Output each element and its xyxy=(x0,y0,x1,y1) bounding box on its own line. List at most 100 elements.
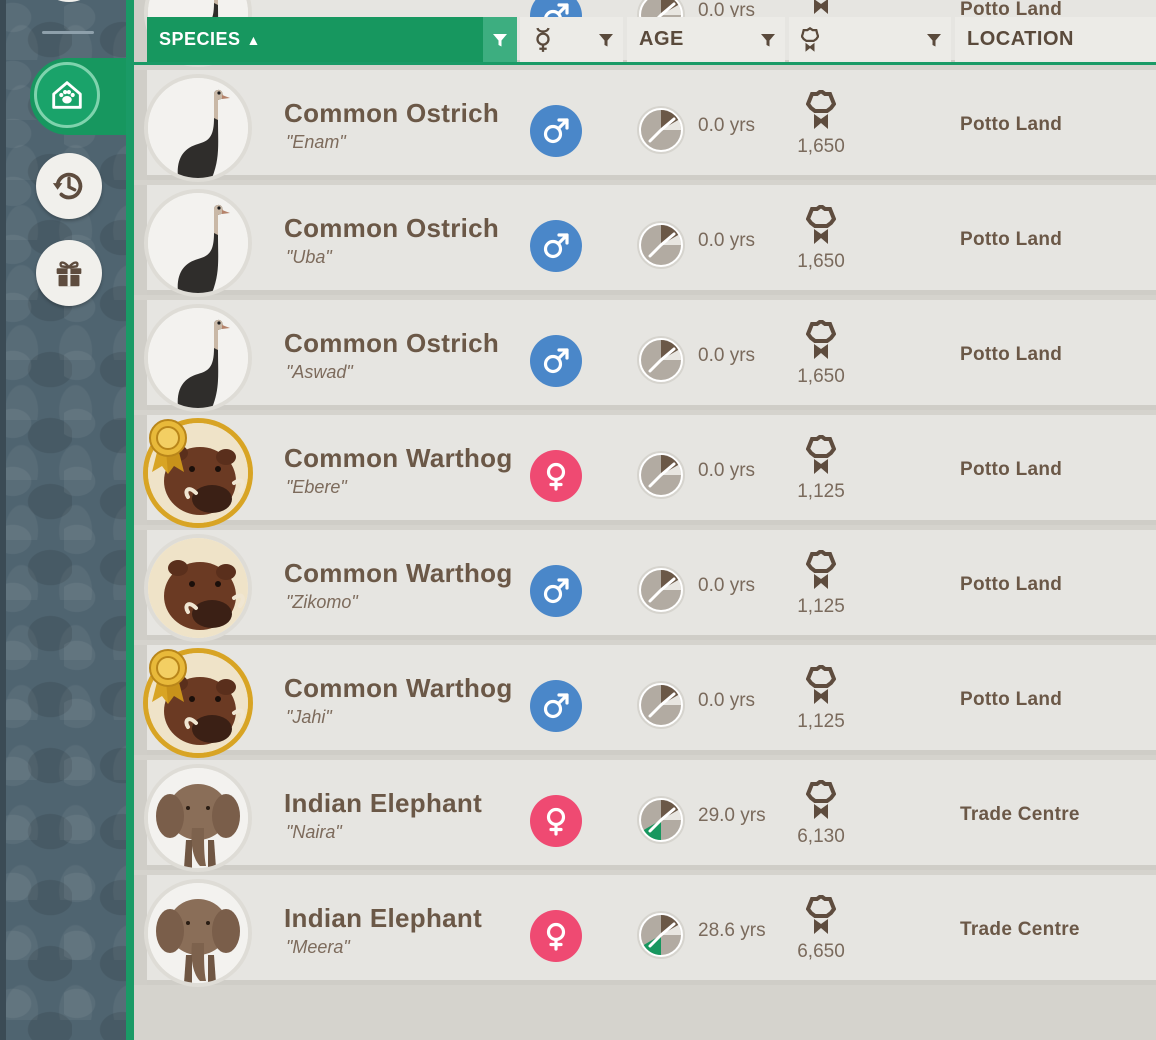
animal-portrait[interactable] xyxy=(148,768,248,868)
age-clock-icon xyxy=(637,911,685,959)
species-name: Common Warthog xyxy=(284,673,513,703)
location-name: Trade Centre xyxy=(960,804,1080,825)
male-icon xyxy=(543,578,569,604)
male-icon xyxy=(543,233,569,259)
age-value: 29.0 yrs xyxy=(698,805,766,826)
gender-icon xyxy=(536,27,550,52)
column-header-location[interactable]: LOCATION xyxy=(955,17,1156,62)
age-value: 0.0 yrs xyxy=(698,345,756,366)
award-rosette-icon xyxy=(149,649,187,704)
sex-badge xyxy=(530,335,582,387)
column-header-appeal[interactable] xyxy=(789,17,951,62)
animal-row[interactable]: Indian Elephant "Meera" 28.6 yrs 6,650 Trade… xyxy=(134,875,1156,985)
age-filter-button[interactable] xyxy=(751,20,785,60)
location-name: Potto Land xyxy=(960,114,1063,135)
warthog-portrait-icon xyxy=(148,538,248,638)
species-name: Common Warthog xyxy=(284,443,513,473)
animal-row[interactable]: Common Warthog "Zikomo" 0.0 yrs 1,125 Potto … xyxy=(134,530,1156,640)
female-icon xyxy=(546,462,566,491)
appeal-value: 1,650 xyxy=(797,366,845,387)
appeal-value: 6,650 xyxy=(797,941,845,962)
age-value: 28.6 yrs xyxy=(698,920,766,941)
female-icon xyxy=(546,922,566,951)
sidebar-item-history[interactable] xyxy=(36,153,102,219)
location-name: Potto Land xyxy=(960,574,1063,595)
animal-portrait[interactable] xyxy=(148,308,248,408)
column-label-location: LOCATION xyxy=(967,28,1074,50)
award-rosette-icon xyxy=(149,419,187,474)
appeal-icon xyxy=(806,780,836,819)
age-clock-icon xyxy=(637,796,685,844)
age-value: 0.0 yrs xyxy=(698,115,756,136)
location-name: Potto Land xyxy=(960,229,1063,250)
appeal-value: 1,125 xyxy=(797,481,845,502)
animal-portrait[interactable] xyxy=(148,883,248,983)
appeal-value: 6,130 xyxy=(797,826,845,847)
species-name: Common Ostrich xyxy=(284,213,500,243)
age-value: 0.0 yrs xyxy=(698,690,756,711)
sidebar-item-gifts[interactable] xyxy=(36,240,102,306)
animal-nickname: "Uba" xyxy=(286,247,332,267)
appeal-icon xyxy=(806,435,836,474)
ostrich-portrait-icon xyxy=(148,308,248,408)
elephant-portrait-icon xyxy=(148,768,248,868)
sidebar-top-button[interactable] xyxy=(36,0,102,2)
animal-portrait[interactable] xyxy=(148,78,248,178)
column-header-age[interactable]: AGE xyxy=(627,17,785,62)
male-icon xyxy=(543,118,569,144)
appeal-icon xyxy=(814,0,828,14)
age-value: 0.0 yrs xyxy=(698,460,756,481)
animal-row[interactable]: Common Warthog "Jahi" 0.0 yrs 1,125 Potto La… xyxy=(134,645,1156,755)
sidebar-item-animals[interactable] xyxy=(34,62,100,128)
row-edge xyxy=(134,875,147,985)
appeal-value: 1,125 xyxy=(797,711,845,732)
table-header: SPECIES ▲ AGE LOCATION xyxy=(134,17,1156,65)
age-clock-icon xyxy=(637,221,685,269)
animal-row[interactable]: Common Ostrich "Uba" 0.0 yrs 1,650 Potto Lan… xyxy=(134,185,1156,295)
animal-row[interactable]: Common Warthog "Ebere" 0.0 yrs 1,125 Potto L… xyxy=(134,415,1156,525)
column-header-sex[interactable] xyxy=(520,17,623,62)
species-name: Indian Elephant xyxy=(284,788,483,818)
age-value: 0.0 yrs xyxy=(698,230,756,251)
age-clock-icon xyxy=(637,681,685,729)
animal-row[interactable]: Indian Elephant "Naira" 29.0 yrs 6,130 Trade… xyxy=(134,760,1156,870)
column-header-species[interactable]: SPECIES ▲ xyxy=(147,17,517,62)
appeal-icon xyxy=(806,205,836,244)
species-name: Indian Elephant xyxy=(284,903,483,933)
appeal-icon xyxy=(806,90,836,129)
male-icon xyxy=(543,693,569,719)
animal-nickname: "Naira" xyxy=(286,822,342,842)
filter-icon xyxy=(493,33,507,46)
appeal-value: 1,650 xyxy=(797,251,845,272)
sex-badge xyxy=(530,910,582,962)
filter-icon xyxy=(761,34,775,47)
appeal-filter-button[interactable] xyxy=(917,20,951,60)
age-clock-icon xyxy=(637,106,685,154)
zoo-animals-icon xyxy=(52,81,82,109)
male-icon xyxy=(543,348,569,374)
filter-icon xyxy=(599,34,613,47)
ostrich-portrait-icon xyxy=(148,193,248,293)
animal-nickname: "Ebere" xyxy=(286,477,347,497)
row-edge xyxy=(134,70,147,180)
sex-filter-button[interactable] xyxy=(589,20,623,60)
animal-nickname: "Aswad" xyxy=(286,362,353,382)
species-filter-button[interactable] xyxy=(483,17,517,62)
row-edge xyxy=(134,760,147,870)
sidebar xyxy=(0,0,132,1040)
animal-portrait[interactable] xyxy=(148,538,248,638)
age-value: 0.0 yrs xyxy=(698,575,756,596)
elephant-portrait-icon xyxy=(148,883,248,983)
appeal-value: 1,650 xyxy=(797,136,845,157)
animal-portrait[interactable] xyxy=(148,193,248,293)
animal-row[interactable]: Common Ostrich "Enam" 0.0 yrs 1,650 Potto La… xyxy=(134,70,1156,180)
sex-badge xyxy=(530,450,582,502)
appeal-icon xyxy=(801,26,819,52)
sort-ascending-icon: ▲ xyxy=(246,31,261,48)
animal-row[interactable]: Common Ostrich "Aswad" 0.0 yrs 1,650 Potto L… xyxy=(134,300,1156,410)
appeal-icon xyxy=(806,665,836,704)
appeal-icon xyxy=(806,320,836,359)
animal-nickname: "Enam" xyxy=(286,132,346,152)
animal-nickname: "Meera" xyxy=(286,937,350,957)
sex-badge xyxy=(530,795,582,847)
